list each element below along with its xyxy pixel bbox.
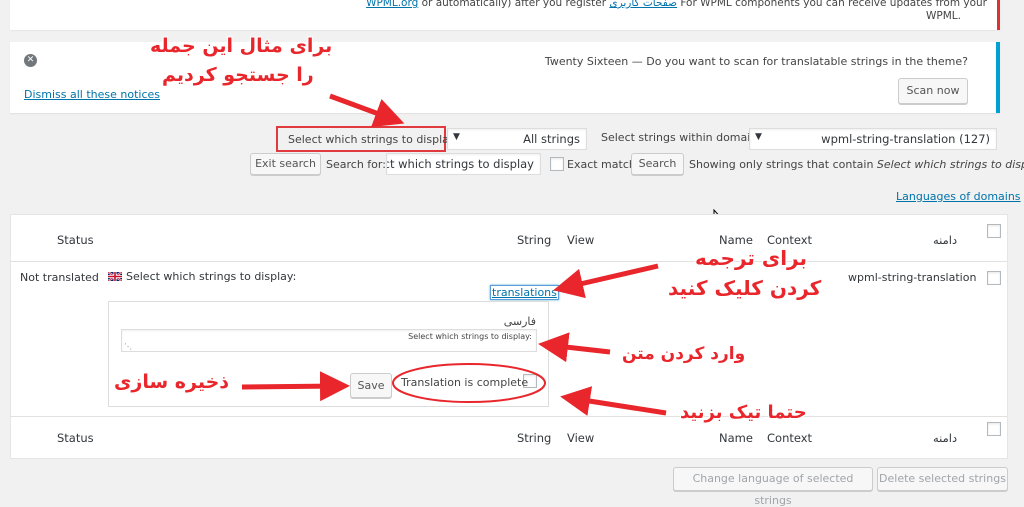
arrow-to-complete-checkbox: [560, 386, 667, 416]
circle-around-complete: [392, 363, 546, 403]
annotation-enter-text: وارد کردن متن: [622, 344, 746, 364]
annotation-tick: حتما تیک بزنید: [680, 402, 807, 423]
annotation-searched-line1: برای مثال این جمله: [150, 35, 333, 57]
annotation-searched-line2: را جستجو کردیم: [162, 64, 314, 86]
arrow-to-search-label: [329, 93, 405, 128]
annotation-click-line2: کردن کلیک کنید: [668, 276, 822, 300]
arrow-to-save-button: [241, 371, 350, 402]
annotation-click-line1: برای ترجمه: [695, 246, 808, 270]
arrow-to-textarea: [538, 332, 611, 363]
annotation-save: ذخیره سازی: [114, 371, 230, 393]
annotation-overlay: [241, 93, 667, 416]
arrow-to-translations-link: [553, 263, 659, 299]
